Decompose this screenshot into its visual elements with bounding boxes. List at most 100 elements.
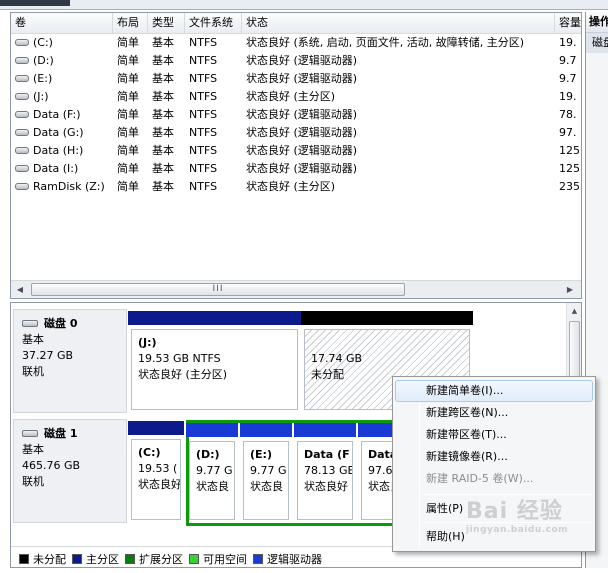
partition[interactable]: (D:) 9.77 G 状态良 — [186, 423, 238, 523]
column-header-capacity[interactable]: 容量 — [555, 13, 581, 34]
volume-status-cell: 状态良好 (逻辑驱动器) — [246, 126, 358, 139]
partition-title: Data — [368, 448, 395, 461]
partition[interactable]: (E:) 9.77 G 状态良 — [240, 423, 292, 523]
volume-name: (D:) — [33, 54, 54, 67]
horizontal-scrollbar[interactable]: ◀ III ▶ — [11, 280, 581, 298]
table-row[interactable]: (E:) 简单 基本 NTFS 状态良好 (逻辑驱动器) 9.7 — [11, 70, 581, 88]
partition-bar — [240, 423, 292, 437]
volume-layout-cell: 简单 — [117, 90, 139, 103]
partition-title: Data (F — [304, 448, 350, 461]
legend-label: 可用空间 — [203, 553, 247, 566]
drive-icon — [15, 92, 29, 100]
menu-item[interactable]: 新建跨区卷(N)... — [395, 402, 593, 424]
volume-capacity-cell: 235 — [559, 180, 580, 193]
legend-item: 扩展分区 — [125, 551, 183, 567]
volume-fs-cell: NTFS — [189, 180, 218, 193]
scroll-up-icon[interactable]: ▲ — [569, 306, 580, 316]
volume-type-cell: 基本 — [152, 72, 174, 85]
volume-name: (C:) — [33, 36, 53, 49]
table-row[interactable]: RamDisk (Z:) 简单 基本 NTFS 状态良好 (主分区) 235 — [11, 178, 581, 196]
volume-capacity-cell: 9.7 — [559, 72, 577, 85]
column-header-status[interactable]: 状态 — [242, 13, 555, 34]
menu-item[interactable]: 新建带区卷(T)... — [395, 424, 593, 446]
volume-capacity-cell: 19. — [559, 36, 577, 49]
disk-icon — [22, 429, 38, 437]
table-row[interactable]: Data (H:) 简单 基本 NTFS 状态良好 (逻辑驱动器) 125 — [11, 142, 581, 160]
volume-capacity-cell: 125 — [559, 162, 580, 175]
volume-status-cell: 状态良好 (逻辑驱动器) — [246, 54, 358, 67]
disk-name: 磁盘 1 — [22, 426, 126, 442]
volume-list-header: 卷 布局 类型 文件系统 状态 容量 — [11, 13, 581, 34]
scroll-left-icon[interactable]: ◀ — [14, 284, 26, 296]
volume-capacity-cell: 78. — [559, 108, 577, 121]
volume-capacity-cell: 97. — [559, 126, 577, 139]
volume-capacity-cell: 19. — [559, 90, 577, 103]
partition-line2: 状态良好 — [304, 480, 348, 493]
volume-type-cell: 基本 — [152, 36, 174, 49]
volume-capacity-cell: 9.7 — [559, 54, 577, 67]
disk-label[interactable]: 磁盘 1 基本 465.76 GB 联机 — [13, 419, 127, 523]
table-row[interactable]: Data (G:) 简单 基本 NTFS 状态良好 (逻辑驱动器) 97. — [11, 124, 581, 142]
column-header-volume[interactable]: 卷 — [11, 13, 113, 34]
partition-body: (C:) 19.53 (状态良好 — [131, 439, 181, 520]
menu-item[interactable]: 新建镜像卷(R)... — [395, 446, 593, 468]
table-row[interactable]: Data (I:) 简单 基本 NTFS 状态良好 (逻辑驱动器) 125 — [11, 160, 581, 178]
partition-line1: 9.77 G — [196, 464, 233, 477]
table-row[interactable]: (J:) 简单 基本 NTFS 状态良好 (主分区) 19. — [11, 88, 581, 106]
disk-label[interactable]: 磁盘 0 基本 37.27 GB 联机 — [13, 309, 127, 413]
partition-body: (D:) 9.77 G 状态良 — [189, 441, 235, 520]
volume-name: Data (I:) — [33, 162, 79, 175]
legend-item: 可用空间 — [189, 551, 247, 567]
volume-type-cell: 基本 — [152, 126, 174, 139]
scroll-right-icon[interactable]: ▶ — [564, 284, 576, 296]
partition[interactable]: (J:) 19.53 GB NTFS 状态良好 (主分区) — [128, 311, 301, 413]
volume-layout-cell: 简单 — [117, 144, 139, 157]
vertical-scroll-thumb[interactable] — [569, 321, 580, 379]
legend-swatch — [189, 554, 199, 564]
partition-line2: 状态良 — [196, 480, 229, 493]
volume-fs-cell: NTFS — [189, 126, 218, 139]
drive-icon — [15, 38, 29, 46]
volume-status-cell: 状态良好 (主分区) — [246, 180, 336, 193]
table-row[interactable]: Data (F:) 简单 基本 NTFS 状态良好 (逻辑驱动器) 78. — [11, 106, 581, 124]
column-header-filesystem[interactable]: 文件系统 — [185, 13, 242, 34]
scroll-thumb[interactable]: III — [31, 283, 405, 296]
disk-state: 联机 — [22, 365, 44, 378]
partition-body: Data 97.66 状态良 — [361, 441, 395, 520]
column-header-type[interactable]: 类型 — [148, 13, 185, 34]
partition-bar — [128, 311, 301, 325]
table-row[interactable]: (D:) 简单 基本 NTFS 状态良好 (逻辑驱动器) 9.7 — [11, 52, 581, 70]
volume-status-cell: 状态良好 (系统, 启动, 页面文件, 活动, 故障转储, 主分区) — [246, 36, 525, 49]
partition[interactable]: (C:) 19.53 (状态良好 — [128, 421, 184, 523]
volume-status-cell: 状态良好 (逻辑驱动器) — [246, 108, 358, 121]
legend-label: 主分区 — [86, 553, 119, 566]
volume-status-cell: 状态良好 (主分区) — [246, 90, 336, 103]
partition-title: (J:) — [138, 336, 157, 349]
column-header-layout[interactable]: 布局 — [113, 13, 148, 34]
volume-name-cell: Data (H:) — [11, 142, 113, 160]
watermark-sub: jingyan.baidu.com — [466, 525, 569, 535]
volume-fs-cell: NTFS — [189, 72, 218, 85]
disk-name-label: 磁盘 1 — [44, 427, 78, 440]
actions-item-disk[interactable]: 磁盘 — [586, 33, 608, 53]
volume-layout-cell: 简单 — [117, 36, 139, 49]
table-row[interactable]: (C:) 简单 基本 NTFS 状态良好 (系统, 启动, 页面文件, 活动, 故障转储… — [11, 34, 581, 52]
volume-type-cell: 基本 — [152, 180, 174, 193]
volume-type-cell: 基本 — [152, 90, 174, 103]
volume-name-cell: Data (F:) — [11, 106, 113, 124]
menu-item[interactable]: 新建简单卷(I)... — [395, 380, 593, 402]
disk-size: 37.27 GB — [22, 349, 74, 362]
volume-status-cell: 状态良好 (逻辑驱动器) — [246, 162, 358, 175]
volume-fs-cell: NTFS — [189, 90, 218, 103]
volume-name-cell: (J:) — [11, 88, 113, 106]
partition-title — [311, 335, 469, 351]
legend-item: 逻辑驱动器 — [253, 551, 322, 567]
partition-line1: 17.74 GB — [311, 352, 363, 365]
partition[interactable]: Data (F 78.13 GE 状态良好 — [294, 423, 356, 523]
legend-item: 主分区 — [72, 551, 119, 567]
volume-name-cell: Data (I:) — [11, 160, 113, 178]
volume-type-cell: 基本 — [152, 144, 174, 157]
volume-name-cell: (D:) — [11, 52, 113, 70]
partition-bar — [128, 421, 184, 435]
volume-status-cell: 状态良好 (逻辑驱动器) — [246, 144, 358, 157]
